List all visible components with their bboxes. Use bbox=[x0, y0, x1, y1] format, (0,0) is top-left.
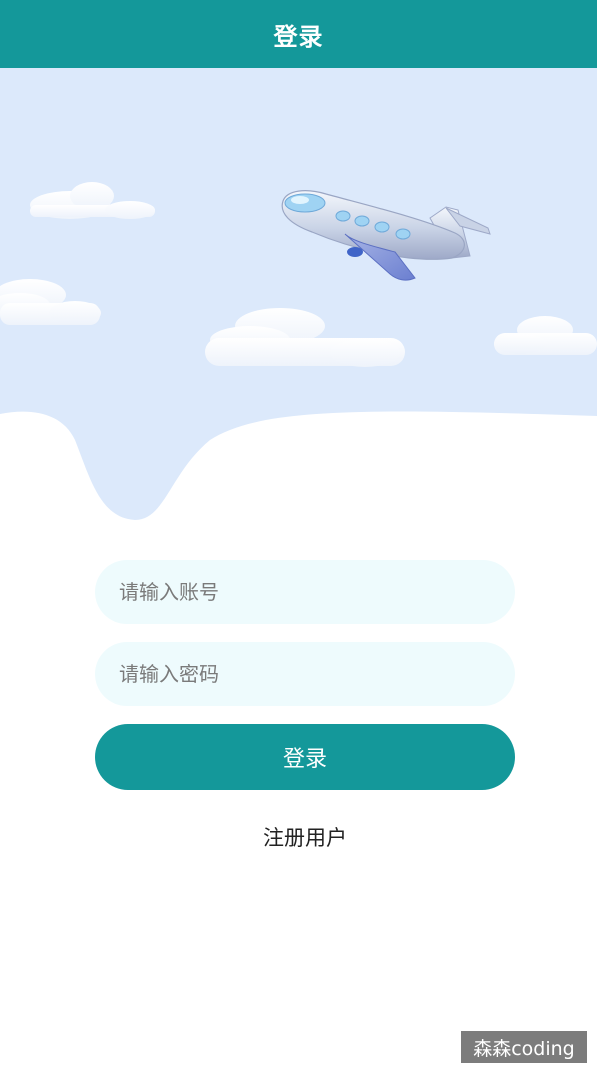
login-form: 登录 注册用户 bbox=[95, 560, 515, 852]
register-link-label: 注册用户 bbox=[263, 826, 347, 850]
page-title: 登录 bbox=[273, 22, 324, 51]
login-button[interactable]: 登录 bbox=[95, 724, 515, 790]
account-field[interactable] bbox=[95, 560, 515, 624]
login-button-label: 登录 bbox=[282, 747, 327, 772]
watermark: 森森coding bbox=[461, 1031, 587, 1063]
watermark-text: 森森coding bbox=[473, 1037, 575, 1060]
account-input[interactable] bbox=[117, 579, 493, 605]
sky-illustration bbox=[0, 68, 597, 528]
password-field[interactable] bbox=[95, 642, 515, 706]
register-link[interactable]: 注册用户 bbox=[95, 822, 515, 852]
page-header: 登录 bbox=[0, 0, 597, 68]
password-input[interactable] bbox=[117, 661, 493, 687]
